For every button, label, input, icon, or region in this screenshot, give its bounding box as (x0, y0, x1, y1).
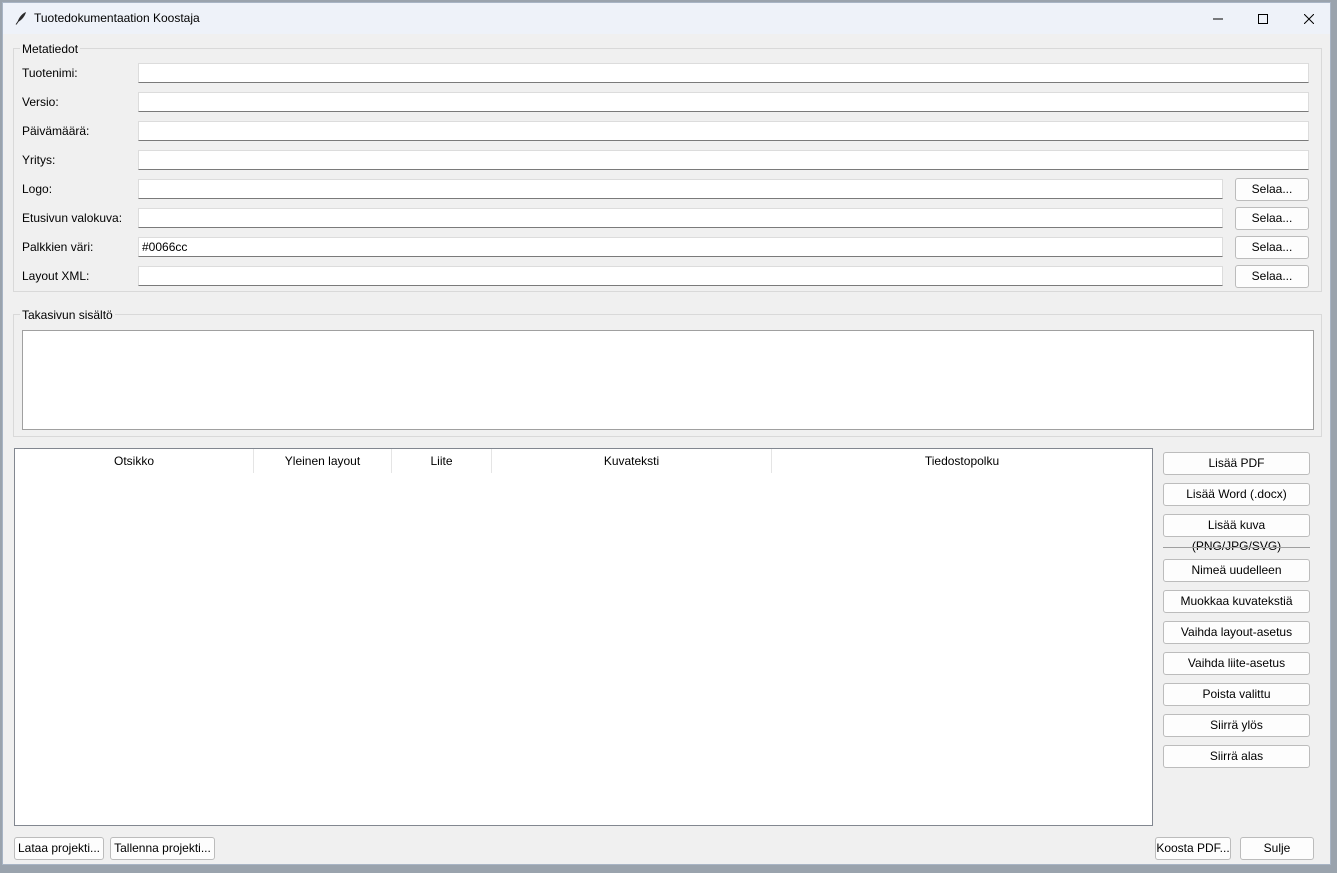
column-header-caption[interactable]: Kuvateksti (492, 449, 772, 473)
minimize-icon (1213, 18, 1223, 19)
feather-icon (15, 12, 26, 25)
company-field[interactable] (138, 150, 1309, 170)
version-field[interactable] (138, 92, 1309, 112)
document-table[interactable]: Otsikko Yleinen layout Liite Kuvateksti … (14, 448, 1153, 826)
load-project-button[interactable]: Lataa projekti... (14, 837, 104, 860)
add-image-button[interactable]: Lisää kuva (PNG/JPG/SVG) (1163, 514, 1310, 553)
minimize-button[interactable] (1195, 3, 1241, 34)
column-header-appendix[interactable]: Liite (392, 449, 492, 473)
add-pdf-button[interactable]: Lisää PDF (1163, 452, 1310, 475)
date-field[interactable] (138, 121, 1309, 141)
add-word-button[interactable]: Lisää Word (.docx) (1163, 483, 1310, 506)
app-window: Tuotedokumentaation Koostaja Metatiedot … (2, 2, 1331, 865)
rename-button[interactable]: Nimeä uudelleen (1163, 559, 1310, 582)
move-up-button[interactable]: Siirrä ylös (1163, 714, 1310, 737)
product-name-field[interactable] (138, 63, 1309, 83)
remove-selected-button[interactable]: Poista valittu (1163, 683, 1310, 706)
column-header-layout[interactable]: Yleinen layout (254, 449, 392, 473)
close-button[interactable] (1286, 3, 1332, 34)
column-header-title[interactable]: Otsikko (15, 449, 254, 473)
cover-photo-browse-button[interactable]: Selaa... (1235, 207, 1309, 230)
logo-browse-button[interactable]: Selaa... (1235, 178, 1309, 201)
layout-xml-label: Layout XML: (22, 269, 90, 283)
logo-label: Logo: (22, 182, 53, 196)
metadata-group-label: Metatiedot (20, 42, 81, 56)
layout-xml-browse-button[interactable]: Selaa... (1235, 265, 1309, 288)
close-icon (1304, 13, 1314, 24)
backpage-textarea[interactable] (22, 330, 1314, 430)
bar-color-field[interactable] (138, 237, 1223, 257)
toggle-layout-button[interactable]: Vaihda layout-asetus (1163, 621, 1310, 644)
toggle-appendix-button[interactable]: Vaihda liite-asetus (1163, 652, 1310, 675)
company-label: Yritys: (22, 153, 56, 167)
date-label: Päivämäärä: (22, 124, 90, 138)
bar-color-label: Palkkien väri: (22, 240, 94, 254)
logo-field[interactable] (138, 179, 1223, 199)
maximize-icon (1258, 13, 1268, 24)
cover-photo-label: Etusivun valokuva: (22, 211, 123, 225)
edit-caption-button[interactable]: Muokkaa kuvatekstiä (1163, 590, 1310, 613)
backpage-group-label: Takasivun sisältö (20, 308, 115, 322)
close-app-button[interactable]: Sulje (1240, 837, 1314, 860)
move-down-button[interactable]: Siirrä alas (1163, 745, 1310, 768)
save-project-button[interactable]: Tallenna projekti... (110, 837, 215, 860)
column-header-filepath[interactable]: Tiedostopolku (772, 449, 1152, 473)
product-name-label: Tuotenimi: (22, 66, 78, 80)
bar-color-browse-button[interactable]: Selaa... (1235, 236, 1309, 259)
build-pdf-button[interactable]: Koosta PDF... (1155, 837, 1231, 860)
title-bar: Tuotedokumentaation Koostaja (3, 3, 1330, 34)
cover-photo-field[interactable] (138, 208, 1223, 228)
side-separator (1163, 547, 1310, 548)
maximize-button[interactable] (1240, 3, 1286, 34)
layout-xml-field[interactable] (138, 266, 1223, 286)
version-label: Versio: (22, 95, 59, 109)
window-title: Tuotedokumentaation Koostaja (34, 11, 200, 25)
